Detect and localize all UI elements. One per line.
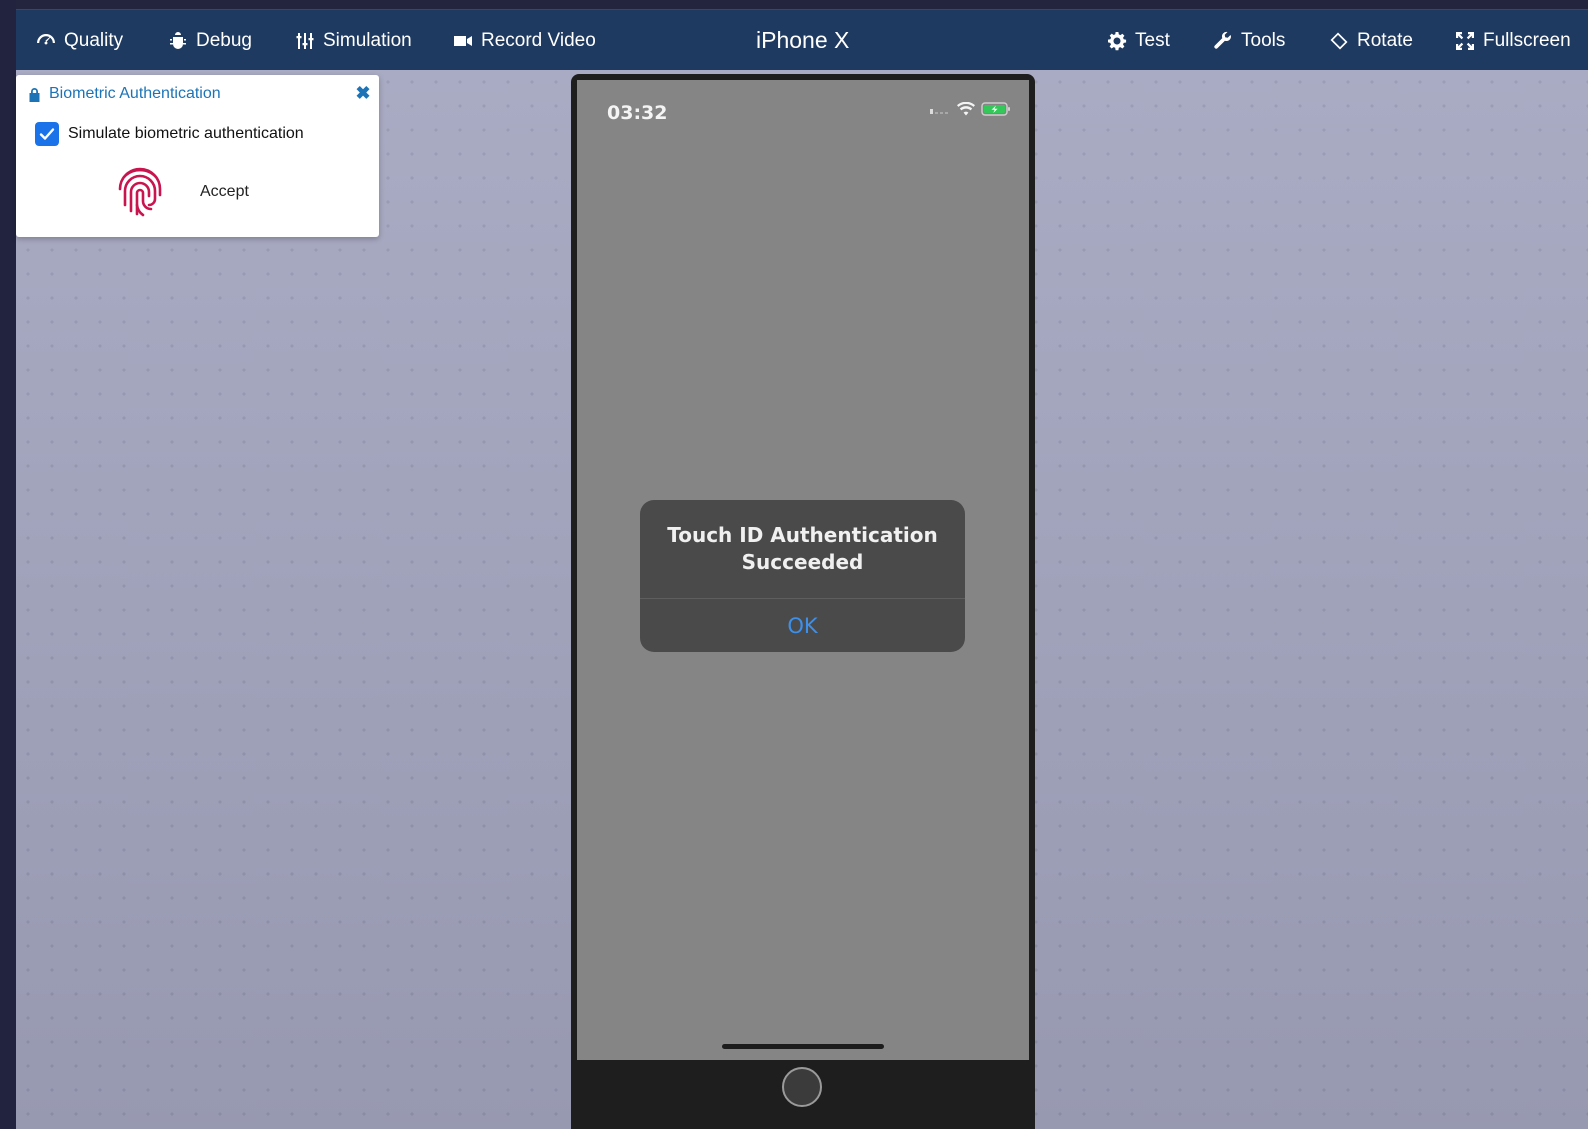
accept-button[interactable]: Accept [200,183,249,201]
alert-ok-button[interactable]: OK [640,599,965,652]
gear-icon [1108,31,1127,50]
speedometer-icon [37,33,55,44]
touch-id-alert: Touch ID Authentication Succeeded OK [640,500,965,652]
window-top-edge [0,0,1588,9]
simulate-biometric-row: Simulate biometric authentication [35,122,304,146]
biometric-panel-title: Biometric Authentication [49,85,221,102]
alert-title: Touch ID Authentication Succeeded [640,522,965,576]
lock-icon [29,87,40,102]
expand-icon [1456,31,1474,50]
fullscreen-label: Fullscreen [1483,29,1571,51]
debug-label: Debug [196,29,252,51]
simulation-label: Simulation [323,29,412,51]
rotate-label: Rotate [1357,29,1413,51]
checkmark-icon [39,128,55,140]
bug-icon [170,31,186,49]
fullscreen-button[interactable]: Fullscreen [1455,10,1571,71]
iphone-device-frame: 03:32 Touch ID Authentication Succeeded … [571,74,1035,1129]
fingerprint-icon[interactable] [116,165,164,217]
simulate-biometric-checkbox[interactable] [35,122,59,146]
sliders-icon [296,32,314,49]
rotate-button[interactable]: Rotate [1329,10,1413,71]
debug-button[interactable]: Debug [168,10,252,71]
record-video-button[interactable]: Record Video [453,10,596,71]
phone-screen[interactable]: 03:32 Touch ID Authentication Succeeded … [577,80,1029,1060]
alert-title-line-1: Touch ID Authentication [667,523,938,547]
home-button[interactable] [782,1067,822,1107]
video-camera-icon [454,35,472,46]
tools-label: Tools [1241,29,1286,51]
quality-button[interactable]: Quality [36,10,123,71]
simulate-biometric-label: Simulate biometric authentication [68,125,304,142]
quality-label: Quality [64,29,124,51]
toolbar: Quality Debug Simulation Record Video iP… [16,9,1588,70]
battery-charging-icon [981,102,1010,116]
tools-button[interactable]: Tools [1213,10,1285,71]
wifi-icon [957,102,975,116]
alert-title-line-2: Succeeded [741,550,864,574]
biometric-panel-header: Biometric Authentication [28,83,371,105]
home-indicator[interactable] [722,1044,884,1049]
test-button[interactable]: Test [1107,10,1170,71]
rotate-device-icon [1330,32,1348,49]
cellular-signal-icon [930,109,948,114]
test-label: Test [1135,29,1170,51]
status-bar-icons [929,102,1011,116]
wrench-icon [1214,31,1231,49]
status-bar-time: 03:32 [607,102,668,124]
device-title: iPhone X [756,27,850,53]
biometric-panel: Biometric Authentication ✖ Simulate biom… [16,75,379,237]
record-video-label: Record Video [481,29,596,51]
simulation-button[interactable]: Simulation [295,10,412,71]
window-left-edge [0,0,16,1129]
close-icon[interactable]: ✖ [355,83,371,103]
